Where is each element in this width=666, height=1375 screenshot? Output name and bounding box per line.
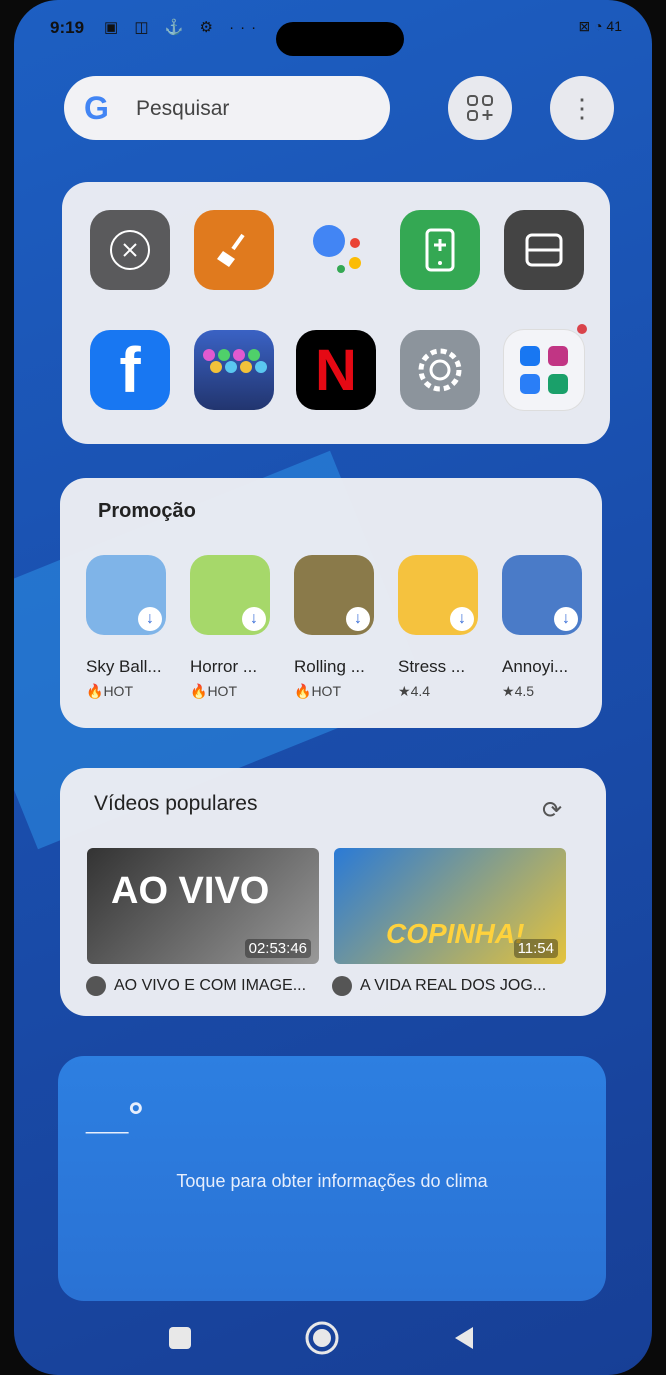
weather-message: Toque para obter informações do clima [176, 1171, 488, 1191]
video-thumbnail-1[interactable]: AO VIVO 02:53:46 [87, 848, 319, 964]
hot-badge: 🔥HOT [86, 683, 133, 699]
camera-notch [276, 22, 404, 56]
video-caption-2[interactable]: A VIDA REAL DOS JOG... [332, 976, 546, 996]
horror-icon: ↓ [190, 555, 270, 635]
download-icon[interactable]: ↓ [346, 607, 370, 631]
recents-icon [169, 1327, 191, 1349]
bubbles-icon [203, 349, 267, 373]
promo-game-stress[interactable]: ↓ Stress ... ★4.4 [398, 555, 480, 705]
thumbnail-text: COPINHA! [386, 918, 525, 949]
video-duration: 11:54 [513, 939, 558, 958]
phone-screen: 9:19 ▣ ◫ ⚓ ⚙ ··· ⊠ ◔ 41 G Pesquisar ⋮ f [14, 0, 652, 1375]
battery-indicator: ⊠ ◔ 41 [578, 18, 622, 34]
recents-button[interactable] [160, 1318, 200, 1358]
bubble-game-app[interactable] [194, 330, 274, 410]
temperature-placeholder: __° [86, 1096, 144, 1138]
close-circle-icon [110, 230, 150, 270]
google-search-bar[interactable]: G Pesquisar [64, 76, 390, 140]
video-duration: 02:53:46 [244, 939, 311, 958]
weather-widget[interactable]: __° Toque para obter informações do clim… [58, 1056, 606, 1301]
video-caption-1[interactable]: AO VIVO E COM IMAGE... [86, 976, 306, 996]
hot-badge: 🔥HOT [294, 683, 341, 699]
cleaner-app[interactable] [194, 210, 274, 290]
game-name: Annoyi... [502, 657, 569, 676]
status-icons: ▣ ◫ ⚓ ⚙ ··· [104, 19, 263, 36]
refresh-icon[interactable]: ⟳ [542, 796, 562, 825]
download-icon[interactable]: ↓ [450, 607, 474, 631]
app-folder-icon [520, 346, 568, 394]
close-app[interactable] [90, 210, 170, 290]
notification-dot [577, 324, 587, 334]
game-name: Sky Ball... [86, 657, 162, 676]
download-icon[interactable]: ↓ [554, 607, 578, 631]
add-widget-icon [467, 95, 493, 121]
google-assistant-icon [313, 225, 361, 273]
settings-app[interactable] [400, 330, 480, 410]
promo-game-annoying[interactable]: ↓ Annoyi... ★4.5 [502, 555, 584, 705]
facebook-icon: f [119, 334, 141, 406]
videos-title: Vídeos populares [94, 792, 258, 815]
sky-ball-icon: ↓ [86, 555, 166, 635]
add-widget-button[interactable] [448, 76, 512, 140]
phone-manager-app[interactable] [400, 210, 480, 290]
annoying-icon: ↓ [502, 555, 582, 635]
google-icon: G [84, 90, 109, 126]
download-icon[interactable]: ↓ [138, 607, 162, 631]
dual-app[interactable] [504, 210, 584, 290]
more-options-button[interactable]: ⋮ [550, 76, 614, 140]
netflix-app[interactable]: N [296, 330, 376, 410]
netflix-icon: N [315, 337, 357, 403]
promo-game-sky-ball[interactable]: ↓ Sky Ball... 🔥HOT [86, 555, 168, 705]
clock: 9:19 [50, 18, 85, 37]
gear-icon [418, 348, 462, 392]
phone-plus-icon [425, 228, 455, 272]
game-name: Horror ... [190, 657, 258, 676]
promotion-title: Promoção [98, 500, 196, 522]
more-vertical-icon: ⋮ [569, 92, 595, 123]
split-screen-icon [525, 233, 563, 267]
social-folder[interactable] [504, 330, 584, 410]
thumbnail-text: AO VIVO [111, 870, 270, 912]
download-icon[interactable]: ↓ [242, 607, 266, 631]
hot-badge: 🔥HOT [190, 683, 237, 699]
assistant-app[interactable] [298, 210, 378, 290]
rating-badge: ★4.5 [502, 683, 535, 699]
channel-avatar [332, 976, 352, 996]
stress-icon: ↓ [398, 555, 478, 635]
promo-game-rolling[interactable]: ↓ Rolling ... 🔥HOT [294, 555, 376, 705]
rating-badge: ★4.4 [398, 683, 431, 699]
game-name: Stress ... [398, 657, 466, 676]
video-thumbnail-2[interactable]: COPINHA! 11:54 [334, 848, 566, 964]
game-name: Rolling ... [294, 657, 365, 676]
broom-icon [217, 233, 245, 267]
rolling-icon: ↓ [294, 555, 374, 635]
back-button[interactable] [444, 1318, 484, 1358]
back-icon [455, 1327, 473, 1349]
home-icon [305, 1321, 339, 1355]
search-placeholder: Pesquisar [136, 97, 230, 120]
home-button[interactable] [302, 1318, 342, 1358]
facebook-app[interactable]: f [90, 330, 170, 410]
promo-game-horror[interactable]: ↓ Horror ... 🔥HOT [190, 555, 272, 705]
channel-avatar [86, 976, 106, 996]
